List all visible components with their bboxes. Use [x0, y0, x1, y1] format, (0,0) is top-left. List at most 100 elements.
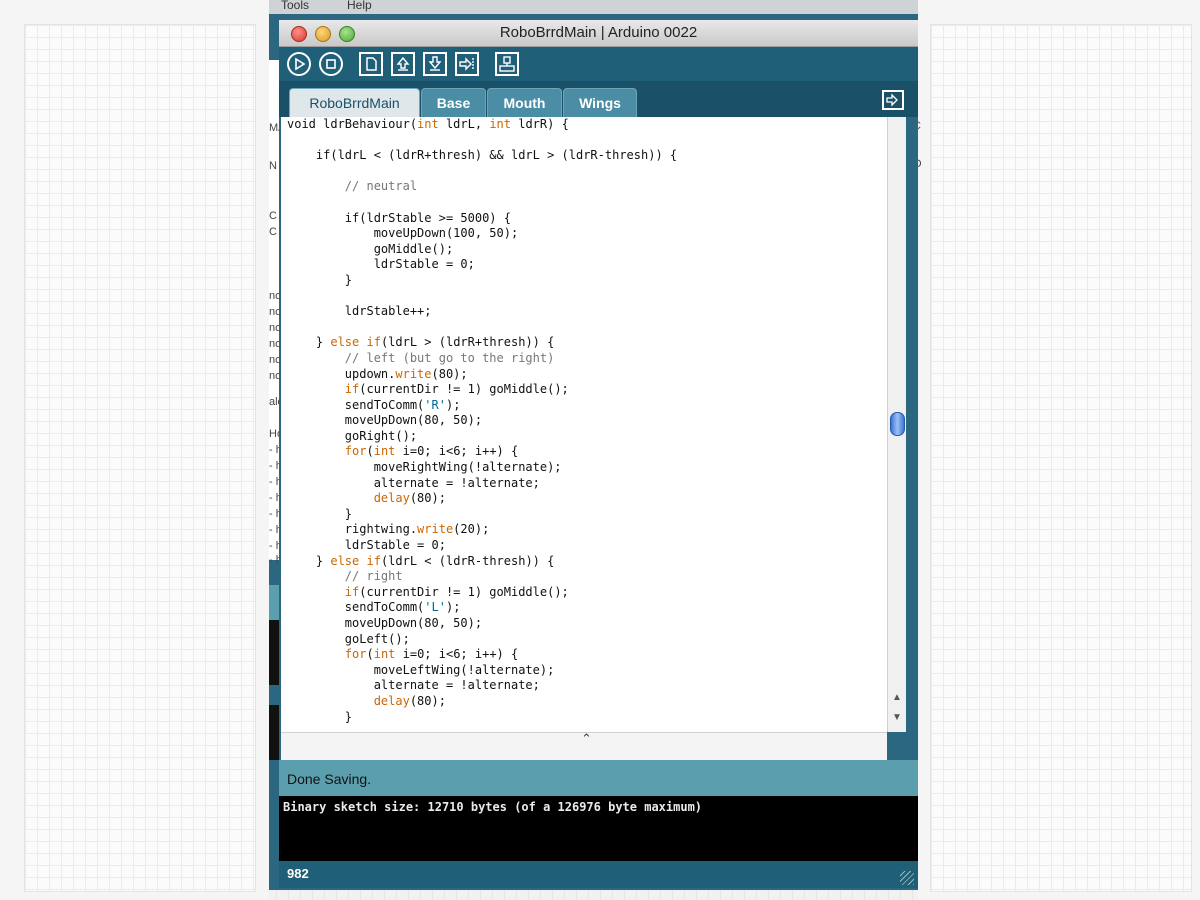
code-token: (: [366, 444, 374, 459]
code-line[interactable]: if(ldrL < (ldrR+thresh) && ldrL > (ldrR-…: [287, 148, 677, 162]
code-line[interactable]: sendToComm('L');: [287, 600, 461, 615]
splitter-grip-icon[interactable]: ⌃: [581, 731, 592, 747]
code-token: (: [366, 647, 374, 662]
tab-base[interactable]: Base: [421, 88, 486, 117]
tab-menu-arrow-icon: [886, 93, 898, 107]
code-line[interactable]: for(int i=0; i<6; i++) {: [287, 444, 518, 458]
serial-monitor-button[interactable]: [495, 52, 519, 76]
code-token: moveLeftWing(!alternate);: [287, 662, 555, 677]
code-line[interactable]: if(ldrStable >= 5000) {: [287, 211, 511, 225]
code-line[interactable]: // neutral: [287, 179, 417, 193]
code-token: (ldrL < (ldrR-thresh)) {: [380, 553, 555, 568]
open-button[interactable]: [391, 52, 415, 76]
stop-icon: [326, 59, 336, 69]
code-token: ldrStable++;: [287, 304, 432, 319]
save-button[interactable]: [423, 52, 447, 76]
code-line[interactable]: if(currentDir != 1) goMiddle();: [287, 585, 569, 599]
arduino-window: RoboBrrdMain | Arduino 0022 RoboBrrdMain…: [279, 20, 918, 888]
code-keyword: int: [373, 647, 396, 662]
code-line[interactable]: }: [287, 507, 352, 521]
code-keyword: if: [344, 382, 360, 397]
code-line[interactable]: void ldrBehaviour(int ldrL, int ldrR) {: [287, 117, 569, 131]
code-keyword: int: [417, 117, 439, 131]
code-line[interactable]: if(currentDir != 1) goMiddle();: [287, 382, 569, 396]
play-icon: [295, 57, 306, 71]
code-token: }: [287, 335, 331, 350]
code-line[interactable]: delay(80);: [287, 491, 446, 505]
code-line[interactable]: goRight();: [287, 429, 417, 443]
window-title: RoboBrrdMain | Arduino 0022: [499, 24, 698, 41]
code-token: ldrStable = 0;: [287, 257, 475, 272]
scroll-up-icon[interactable]: ▲: [888, 692, 906, 703]
code-keyword: delay: [373, 693, 410, 708]
code-keyword: else: [330, 335, 360, 350]
code-keyword: delay: [373, 491, 410, 506]
code-line[interactable]: ldrStable = 0;: [287, 538, 446, 552]
code-line[interactable]: moveUpDown(80, 50);: [287, 616, 482, 630]
code-token: (20);: [453, 522, 490, 537]
code-line[interactable]: }: [287, 710, 352, 724]
tab-menu-button[interactable]: [882, 90, 904, 110]
code-line[interactable]: moveUpDown(80, 50);: [287, 413, 482, 427]
scrollbar-thumb[interactable]: [890, 412, 905, 436]
code-token: ldrR) {: [511, 117, 569, 131]
code-token: (80);: [409, 491, 446, 506]
code-comment: // left (but go to the right): [287, 350, 555, 365]
code-line[interactable]: updown.write(80);: [287, 367, 468, 381]
console-output: Binary sketch size: 12710 bytes (of a 12…: [279, 796, 918, 861]
code-line[interactable]: // left (but go to the right): [287, 350, 555, 365]
code-line[interactable]: rightwing.write(20);: [287, 522, 490, 537]
code-text[interactable]: void ldrBehaviour(int ldrL, int ldrR) { …: [287, 117, 677, 725]
code-token: moveUpDown(80, 50);: [287, 616, 483, 630]
code-string: 'R': [424, 397, 446, 412]
verify-button[interactable]: [287, 52, 311, 76]
code-token: ldrStable = 0;: [287, 538, 446, 553]
menu-help[interactable]: Help: [347, 0, 372, 12]
console-text: Binary sketch size: 12710 bytes (of a 12…: [283, 800, 703, 814]
code-line[interactable]: goLeft();: [287, 632, 410, 646]
resize-grip-icon[interactable]: [900, 871, 914, 885]
new-button[interactable]: [359, 52, 383, 76]
menu-tools[interactable]: Tools: [281, 0, 309, 12]
status-message: Done Saving.: [287, 771, 372, 787]
code-line[interactable]: sendToComm('R');: [287, 397, 461, 412]
code-token: );: [445, 600, 461, 615]
code-line[interactable]: } else if(ldrL < (ldrR-thresh)) {: [287, 554, 554, 568]
background-left-fragment: C: [269, 226, 277, 238]
code-token: goRight();: [287, 428, 418, 443]
code-line[interactable]: }: [287, 273, 352, 287]
tab-mouth[interactable]: Mouth: [487, 88, 562, 117]
code-line[interactable]: for(int i=0; i<6; i++) {: [287, 647, 518, 661]
code-token: goLeft();: [287, 631, 410, 646]
code-line[interactable]: } else if(ldrL > (ldrR+thresh)) {: [287, 335, 554, 349]
code-line[interactable]: // right: [287, 569, 403, 583]
code-line[interactable]: moveUpDown(100, 50);: [287, 226, 519, 240]
code-token: }: [287, 272, 353, 287]
tab-bar: RoboBrrdMain Base Mouth Wings: [279, 81, 918, 117]
code-line[interactable]: alternate = !alternate;: [287, 476, 540, 490]
code-line[interactable]: ldrStable = 0;: [287, 257, 475, 271]
code-editor[interactable]: void ldrBehaviour(int ldrL, int ldrR) { …: [281, 117, 887, 732]
code-line[interactable]: delay(80);: [287, 694, 446, 708]
code-comment: // right: [287, 569, 403, 584]
code-line[interactable]: goMiddle();: [287, 242, 453, 256]
background-menubar: Tools Help: [269, 0, 918, 14]
code-line[interactable]: moveLeftWing(!alternate);: [287, 662, 555, 677]
code-token: void ldrBehaviour(: [287, 117, 418, 131]
scroll-down-icon[interactable]: ▼: [888, 712, 906, 723]
editor-vertical-scrollbar[interactable]: ▲ ▼: [887, 117, 906, 732]
code-line[interactable]: ldrStable++;: [287, 304, 432, 318]
code-token: }: [287, 506, 353, 521]
code-token: (currentDir != 1) goMiddle();: [359, 382, 569, 397]
tab-robobrrdmain[interactable]: RoboBrrdMain: [289, 88, 420, 117]
editor-console-splitter[interactable]: ⌃: [281, 731, 887, 761]
code-line[interactable]: moveRightWing(!alternate);: [287, 460, 562, 474]
status-bar: Done Saving.: [279, 760, 918, 796]
stop-button[interactable]: [319, 52, 343, 76]
background-left-fragment: N: [269, 160, 277, 172]
upload-button[interactable]: [455, 52, 479, 76]
code-keyword: int: [489, 117, 511, 131]
tab-wings[interactable]: Wings: [563, 88, 637, 117]
code-line[interactable]: alternate = !alternate;: [287, 678, 540, 692]
